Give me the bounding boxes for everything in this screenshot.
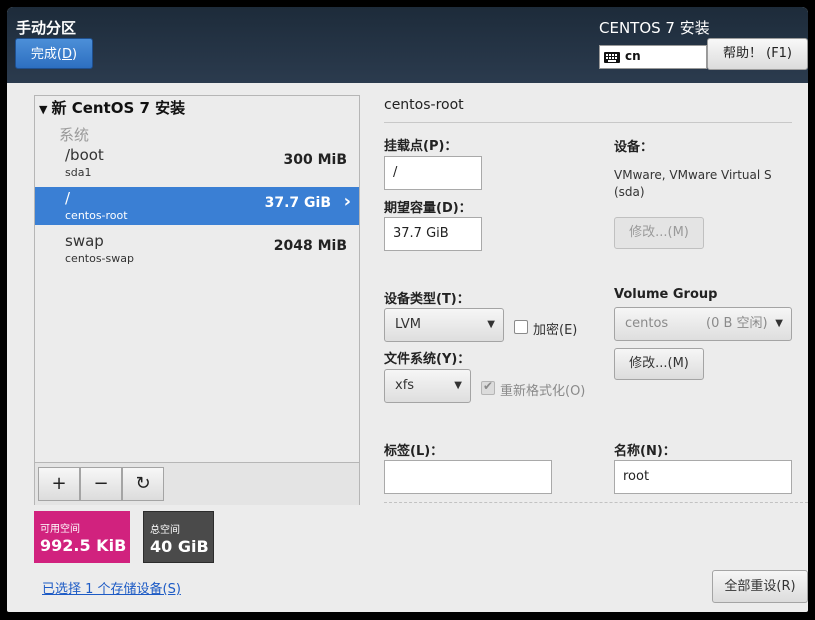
name-label: 名称(N)： (614, 444, 676, 459)
dropdown-arrow-icon: ▼ (487, 319, 495, 330)
refresh-button[interactable]: ↻ (122, 467, 164, 501)
installation-expander[interactable]: ▼ 新 CentOS 7 安装 (39, 97, 185, 118)
mount-device: centos-swap (65, 252, 134, 265)
mount-name: swap (65, 232, 104, 250)
mount-size: 2048 MiB (273, 238, 347, 254)
refresh-icon: ↻ (135, 473, 151, 494)
mount-size: 300 MiB (283, 152, 348, 168)
tag-input[interactable] (384, 460, 552, 494)
selected-storage-link[interactable]: 已选择 1 个存储设备(S) (42, 578, 181, 597)
reset-all-button[interactable]: 全部重设(R) (712, 570, 808, 603)
mount-size: 37.7 GiB (264, 195, 331, 211)
device-description: VMware, VMware Virtual S (sda) (614, 168, 772, 199)
detail-divider (384, 122, 792, 123)
encrypt-checkbox[interactable] (514, 320, 528, 334)
available-space-box: 可用空间 992.5 KiB (34, 511, 130, 563)
dropdown-arrow-icon: ▼ (775, 318, 783, 329)
header-bar: 手动分区 完成(D) CENTOS 7 安装 cn 帮助！ (F1) (7, 7, 808, 83)
total-space-box: 总空间 40 GiB (143, 511, 214, 563)
total-space-value: 40 GiB (150, 537, 209, 556)
total-space-label: 总空间 (150, 525, 180, 536)
plus-icon: + (51, 473, 67, 494)
reformat-label: 重新格式化(O) (500, 384, 586, 399)
checkmark-icon: ✔ (483, 379, 494, 393)
installation-label: 新 CentOS 7 安装 (51, 99, 186, 117)
device-type-value: LVM (395, 317, 421, 332)
page-title: 手动分区 (16, 19, 77, 37)
done-key: D (61, 47, 72, 62)
capacity-label: 期望容量(D)： (384, 201, 472, 216)
mount-device: centos-root (65, 209, 128, 222)
done-button[interactable]: 完成(D) (15, 38, 93, 69)
mount-item-swap[interactable]: swap centos-swap 2048 MiB (35, 230, 359, 268)
mount-name: /boot (65, 146, 104, 164)
mount-name: / (65, 189, 71, 207)
mount-toolbar: + − ↻ (35, 462, 359, 505)
device-type-select[interactable]: LVM ▼ (384, 308, 504, 342)
remove-mount-button[interactable]: − (80, 467, 122, 501)
mount-item-boot[interactable]: /boot sda1 300 MiB (35, 144, 359, 182)
reformat-checkbox[interactable]: ✔ (481, 379, 495, 395)
dropdown-arrow-icon: ▼ (454, 380, 462, 391)
mount-device: sda1 (65, 166, 92, 179)
product-title: CENTOS 7 安装 (599, 19, 710, 37)
mount-item-root[interactable]: / centos-root 37.7 GiB › (35, 187, 359, 225)
done-tail: ) (72, 47, 78, 62)
done-label: 完成( (30, 47, 62, 62)
installer-window: 手动分区 完成(D) CENTOS 7 安装 cn 帮助！ (F1) ▼ 新 Ce… (7, 7, 808, 612)
detail-title: centos-root (384, 97, 464, 113)
triangle-down-icon: ▼ (39, 103, 48, 116)
filesystem-label: 文件系统(Y)： (384, 352, 471, 367)
keyboard-layout-indicator[interactable]: cn (599, 45, 707, 69)
available-space-value: 992.5 KiB (40, 536, 127, 555)
tag-label: 标签(L)： (384, 444, 444, 459)
filesystem-value: xfs (395, 378, 415, 393)
volume-group-select[interactable]: centos (0 B 空闲) ▼ (614, 307, 792, 341)
keyboard-layout-text: cn (625, 49, 641, 63)
capacity-input[interactable]: 37.7 GiB (384, 217, 482, 251)
device-type-label: 设备类型(T)： (384, 292, 470, 307)
device-label: 设备： (614, 140, 654, 155)
help-button[interactable]: 帮助！ (F1) (707, 38, 808, 70)
add-mount-button[interactable]: + (38, 467, 80, 501)
mount-point-input[interactable]: / (384, 156, 482, 190)
volume-group-value: centos (625, 316, 669, 331)
system-group-label: 系统 (59, 126, 90, 144)
encrypt-label: 加密(E) (533, 323, 578, 338)
name-input[interactable]: root (614, 460, 792, 494)
minus-icon: − (93, 473, 109, 494)
chevron-right-icon: › (343, 191, 351, 212)
volume-group-free: (0 B 空闲) (706, 316, 768, 331)
volume-group-label: Volume Group (614, 287, 718, 302)
volume-group-modify-button[interactable]: 修改...(M) (614, 348, 704, 380)
device-modify-button[interactable]: 修改...(M) (614, 217, 704, 249)
filesystem-select[interactable]: xfs ▼ (384, 369, 471, 403)
available-space-label: 可用空间 (40, 524, 80, 535)
keyboard-icon (604, 52, 620, 63)
mount-point-panel: ▼ 新 CentOS 7 安装 系统 /boot sda1 300 MiB / c… (34, 95, 360, 505)
detail-dashed-divider (384, 502, 808, 503)
mount-point-label: 挂载点(P)： (384, 139, 458, 154)
